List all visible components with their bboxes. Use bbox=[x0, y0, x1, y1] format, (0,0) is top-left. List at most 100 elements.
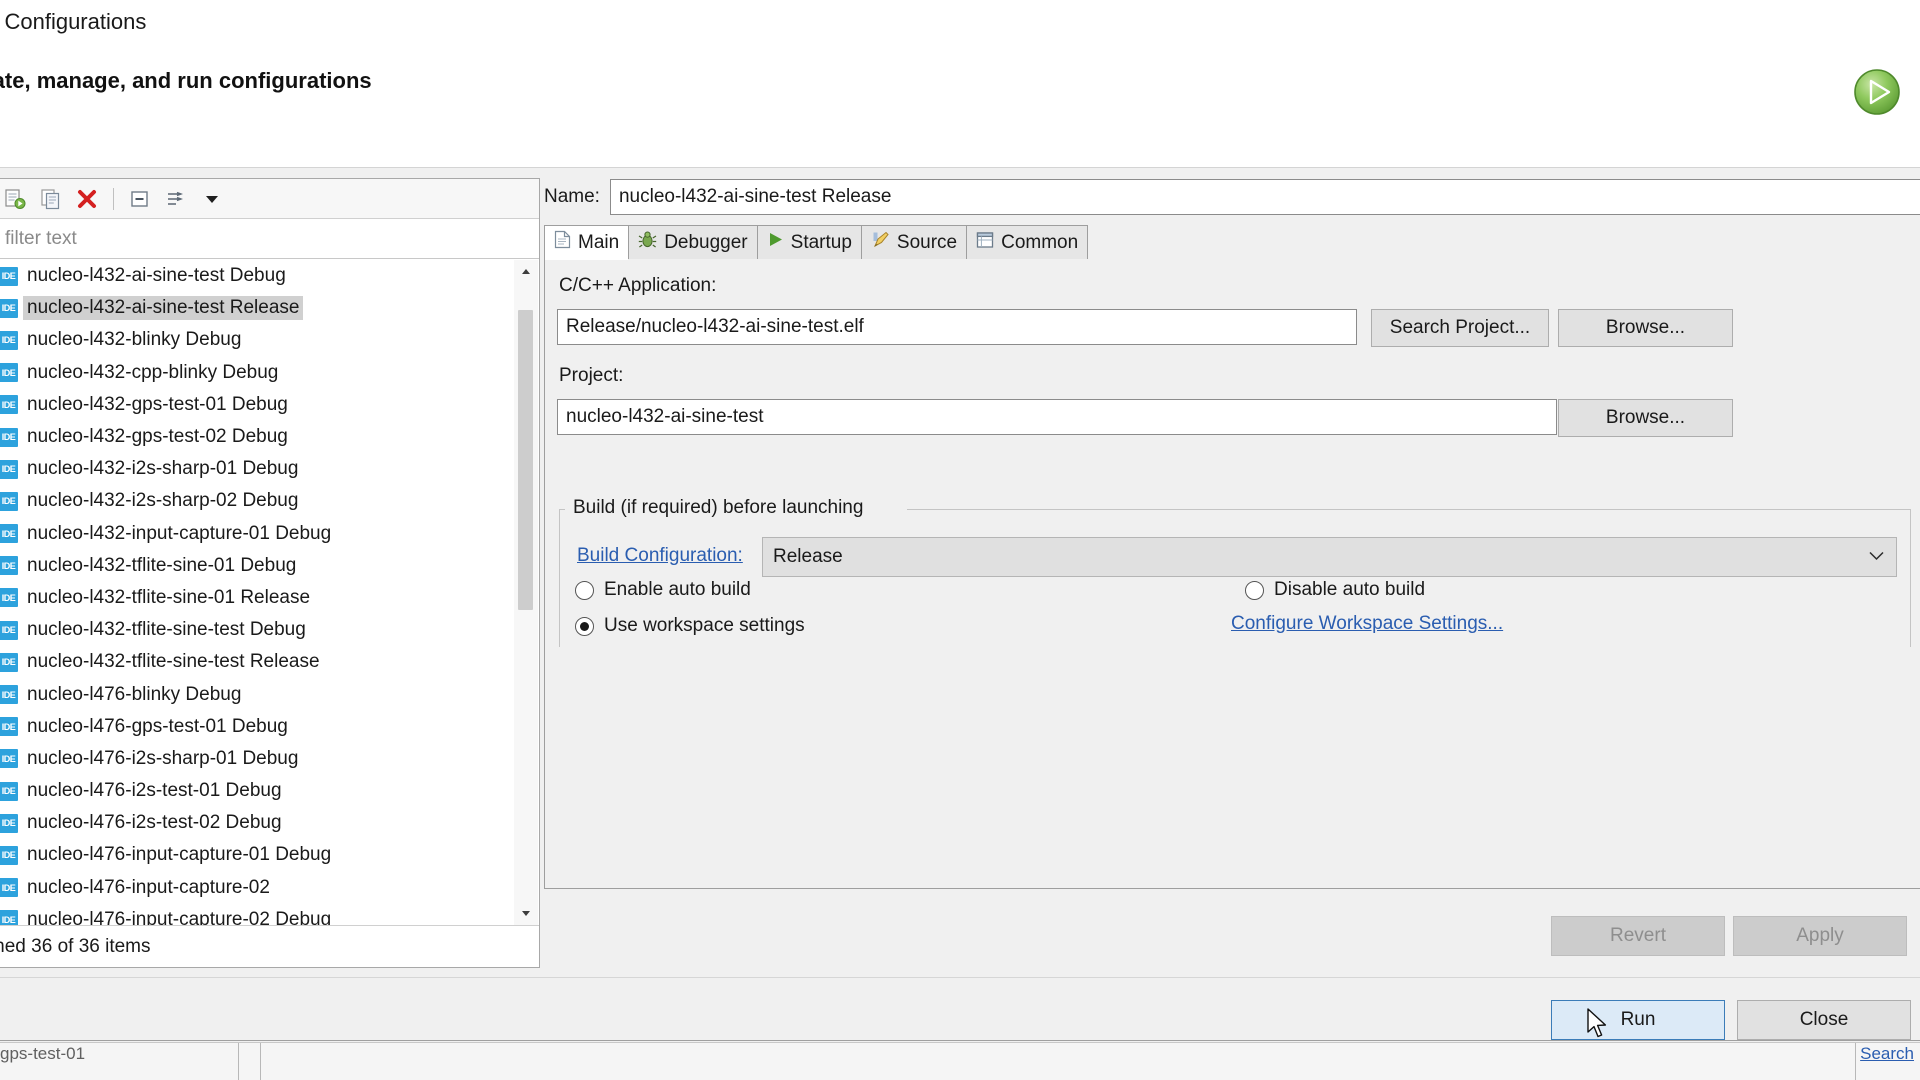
build-configuration-link[interactable]: Build Configuration: bbox=[577, 545, 743, 567]
ide-config-icon: IDE bbox=[0, 685, 18, 705]
list-item[interactable]: IDE nucleo-l476-input-capture-01 Debug bbox=[0, 839, 539, 871]
close-button[interactable]: Close bbox=[1737, 1000, 1911, 1040]
build-group: Build (if required) before launching Bui… bbox=[559, 497, 1911, 647]
collapse-all-icon[interactable] bbox=[124, 183, 156, 215]
list-item-label: nucleo-l432-blinky Debug bbox=[27, 329, 242, 351]
list-item-label: nucleo-l432-i2s-sharp-01 Debug bbox=[27, 458, 299, 480]
browse-application-button[interactable]: Browse... bbox=[1558, 309, 1733, 347]
background-divider-1 bbox=[238, 1043, 239, 1080]
tab-main-label: Main bbox=[578, 231, 620, 253]
scroll-up-arrow-icon[interactable] bbox=[514, 260, 538, 284]
name-label: Name: bbox=[544, 186, 600, 207]
list-item[interactable]: IDE nucleo-l476-input-capture-02 Debug bbox=[0, 904, 539, 925]
duplicate-icon[interactable] bbox=[35, 183, 67, 215]
configurations-tree-panel: IDE nucleo-l432-ai-sine-test Debug IDE nucl… bbox=[0, 178, 540, 968]
application-input[interactable] bbox=[557, 309, 1357, 345]
list-item[interactable]: IDE nucleo-l432-tflite-sine-test Debug bbox=[0, 614, 539, 646]
scrollbar-thumb[interactable] bbox=[518, 310, 533, 610]
search-project-button[interactable]: Search Project... bbox=[1371, 309, 1549, 347]
filter-input[interactable] bbox=[0, 219, 539, 259]
new-configuration-icon[interactable] bbox=[0, 183, 31, 215]
tab-source[interactable]: Source bbox=[860, 225, 968, 259]
document-icon bbox=[554, 230, 571, 255]
scroll-down-arrow-icon[interactable] bbox=[514, 901, 538, 925]
application-label: C/C++ Application: bbox=[559, 275, 717, 296]
browse-project-button[interactable]: Browse... bbox=[1558, 399, 1733, 437]
ide-config-icon: IDE bbox=[0, 717, 18, 737]
delete-icon[interactable] bbox=[71, 183, 103, 215]
group-border-top bbox=[907, 509, 1911, 510]
radio-use-workspace-settings[interactable]: Use workspace settings bbox=[575, 615, 805, 637]
footer-separator bbox=[0, 977, 1920, 978]
revert-button[interactable]: Revert bbox=[1551, 916, 1725, 956]
project-input[interactable] bbox=[557, 399, 1557, 435]
list-item-label: nucleo-l432-ai-sine-test Debug bbox=[27, 265, 286, 287]
dialog-subtitle: Create, manage, and run configurations bbox=[0, 68, 372, 93]
ide-config-icon: IDE bbox=[0, 910, 18, 925]
project-label: Project: bbox=[559, 365, 624, 386]
background-divider-right bbox=[1855, 1043, 1856, 1080]
list-item-label: nucleo-l432-gps-test-02 Debug bbox=[27, 426, 288, 448]
view-menu-chevron-icon[interactable] bbox=[196, 183, 228, 215]
run-circle-icon bbox=[1854, 69, 1900, 115]
list-item[interactable]: IDE nucleo-l432-gps-test-01 Debug bbox=[0, 389, 539, 421]
chevron-down-icon bbox=[1869, 548, 1884, 566]
list-item[interactable]: IDE nucleo-l432-blinky Debug bbox=[0, 324, 539, 356]
configuration-name-input[interactable] bbox=[609, 179, 1920, 215]
list-item[interactable]: IDE nucleo-l432-input-capture-01 Debug bbox=[0, 518, 539, 550]
list-item-label: nucleo-l476-input-capture-01 Debug bbox=[27, 844, 332, 866]
tree-status-bar: matched 36 of 36 items bbox=[0, 925, 539, 967]
configure-workspace-settings-link[interactable]: Configure Workspace Settings... bbox=[1231, 613, 1503, 635]
configurations-list[interactable]: IDE nucleo-l432-ai-sine-test Debug IDE nucl… bbox=[0, 260, 539, 925]
ide-config-icon: IDE bbox=[0, 556, 18, 576]
tab-common[interactable]: Common bbox=[966, 225, 1089, 259]
list-item[interactable]: IDE nucleo-l432-i2s-sharp-02 Debug bbox=[0, 485, 539, 517]
filter-icon[interactable] bbox=[160, 183, 192, 215]
list-item[interactable]: IDE nucleo-l432-tflite-sine-01 Release bbox=[0, 582, 539, 614]
tab-debugger[interactable]: Debugger bbox=[628, 225, 758, 259]
list-item-label: nucleo-l432-tflite-sine-test Release bbox=[27, 651, 320, 673]
radio-enable-auto-build[interactable]: Enable auto build bbox=[575, 579, 751, 601]
run-button[interactable]: Run bbox=[1551, 1000, 1725, 1040]
list-item[interactable]: IDE nucleo-l476-i2s-test-02 Debug bbox=[0, 807, 539, 839]
ide-config-icon: IDE bbox=[0, 330, 18, 350]
list-item-label: nucleo-l432-gps-test-01 Debug bbox=[27, 393, 288, 415]
tree-scrollbar[interactable] bbox=[514, 260, 538, 925]
matched-items-label: matched 36 of 36 items bbox=[0, 935, 151, 957]
background-divider-2 bbox=[260, 1043, 261, 1080]
list-item[interactable]: IDE nucleo-l432-ai-sine-test Debug bbox=[0, 260, 539, 292]
list-item[interactable]: IDE nucleo-l476-gps-test-01 Debug bbox=[0, 711, 539, 743]
list-item[interactable]: IDE nucleo-l432-gps-test-02 Debug bbox=[0, 421, 539, 453]
list-item-label: nucleo-l432-input-capture-01 Debug bbox=[27, 522, 332, 544]
ide-config-icon: IDE bbox=[0, 524, 18, 544]
list-item[interactable]: IDE nucleo-l476-i2s-sharp-01 Debug bbox=[0, 743, 539, 775]
dialog-header: Run Configurations Create, manage, and r… bbox=[0, 0, 1920, 168]
list-item[interactable]: IDE nucleo-l476-i2s-test-01 Debug bbox=[0, 775, 539, 807]
list-item[interactable]: IDE nucleo-l432-ai-sine-test Release bbox=[0, 292, 539, 324]
radio-indicator-disable-auto-build bbox=[1245, 580, 1264, 600]
list-item[interactable]: IDE nucleo-l476-input-capture-02 bbox=[0, 872, 539, 904]
tab-startup[interactable]: Startup bbox=[756, 225, 862, 259]
background-ide-strip: gps-test-01 Search bbox=[0, 1042, 1920, 1080]
tab-source-label: Source bbox=[896, 231, 958, 253]
apply-button[interactable]: Apply bbox=[1733, 916, 1907, 956]
ide-config-icon: IDE bbox=[0, 878, 18, 898]
configuration-editor-panel: Name: Main bbox=[544, 178, 1920, 968]
build-configuration-select[interactable]: Release bbox=[762, 537, 1897, 577]
radio-enable-auto-build-label: Enable auto build bbox=[604, 579, 751, 600]
list-item[interactable]: IDE nucleo-l476-blinky Debug bbox=[0, 678, 539, 710]
ide-config-icon: IDE bbox=[0, 813, 18, 833]
list-item[interactable]: IDE nucleo-l432-cpp-blinky Debug bbox=[0, 357, 539, 389]
list-item-label: nucleo-l476-i2s-sharp-01 Debug bbox=[27, 747, 299, 769]
ide-config-icon: IDE bbox=[0, 298, 18, 318]
tab-main[interactable]: Main bbox=[544, 225, 630, 260]
list-item[interactable]: IDE nucleo-l432-i2s-sharp-01 Debug bbox=[0, 453, 539, 485]
list-item[interactable]: IDE nucleo-l432-tflite-sine-01 Debug bbox=[0, 550, 539, 582]
ide-config-icon: IDE bbox=[0, 781, 18, 801]
build-configuration-value: Release bbox=[773, 546, 843, 567]
list-item[interactable]: IDE nucleo-l432-tflite-sine-test Release bbox=[0, 646, 539, 678]
ide-config-icon: IDE bbox=[0, 427, 18, 447]
ide-config-icon: IDE bbox=[0, 491, 18, 511]
radio-disable-auto-build[interactable]: Disable auto build bbox=[1245, 579, 1425, 601]
background-search-link[interactable]: Search bbox=[1860, 1044, 1914, 1064]
